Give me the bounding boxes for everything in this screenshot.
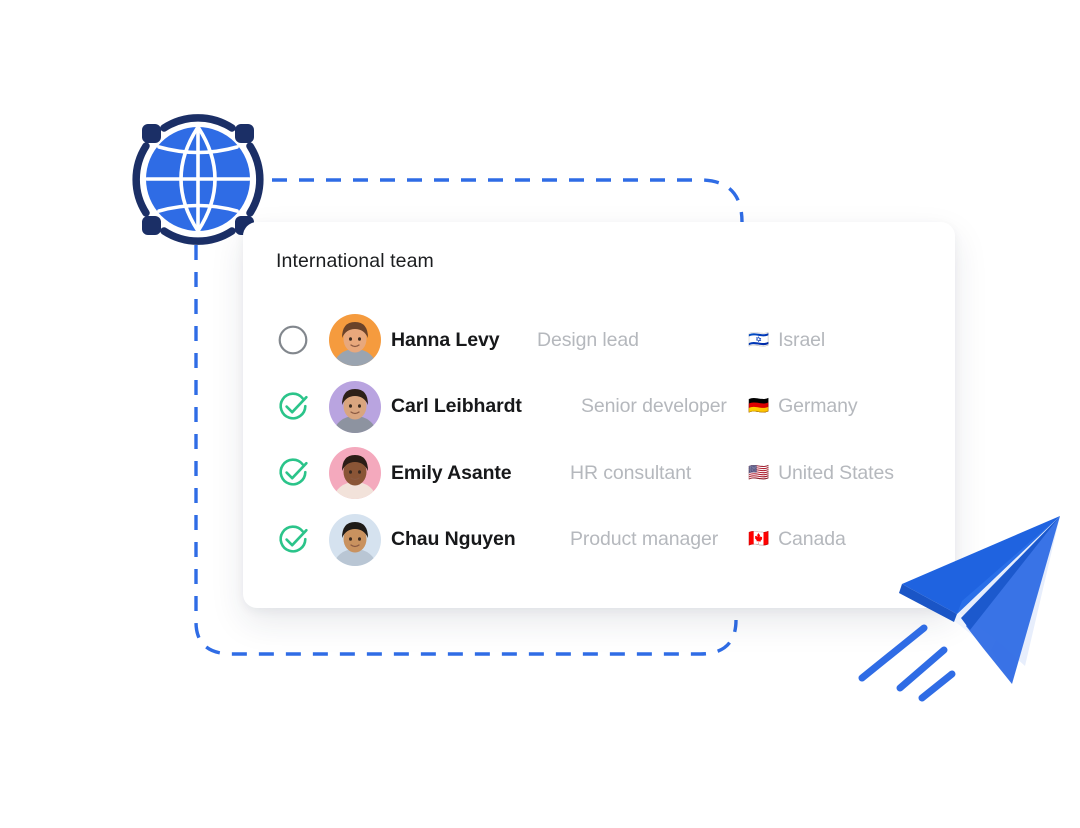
team-member-list: Hanna Levy Design lead 🇮🇱 Israel Carl Leibha…	[243, 307, 955, 573]
country-flag-icon: 🇨🇦	[748, 529, 770, 550]
check-circle-icon[interactable]	[276, 523, 310, 557]
page-title: International team	[276, 250, 434, 272]
country-flag-icon: 🇩🇪	[748, 396, 770, 417]
table-row[interactable]: Chau Nguyen Product manager 🇨🇦 Canada	[243, 507, 955, 574]
table-row[interactable]: Carl Leibhardt Senior developer 🇩🇪 Germany	[243, 374, 955, 441]
empty-circle-icon[interactable]	[276, 323, 310, 357]
country-name: Canada	[778, 528, 846, 551]
member-name: Hanna Levy	[391, 328, 500, 351]
illustration-stage: International team Hanna Levy Design lead…	[0, 0, 1080, 828]
member-name: Emily Asante	[391, 461, 512, 484]
member-role: HR consultant	[570, 461, 692, 484]
member-country: 🇮🇱 Israel	[748, 329, 825, 352]
country-name: United States	[778, 461, 894, 484]
member-name: Chau Nguyen	[391, 528, 516, 551]
member-role: Design lead	[537, 328, 639, 351]
avatar	[329, 513, 381, 566]
international-team-card: International team Hanna Levy Design lead…	[243, 222, 955, 608]
table-row[interactable]: Hanna Levy Design lead 🇮🇱 Israel	[243, 307, 955, 374]
member-role: Senior developer	[581, 395, 727, 418]
country-name: Israel	[778, 328, 826, 351]
check-circle-icon[interactable]	[276, 390, 310, 424]
member-country: 🇩🇪 Germany	[748, 395, 858, 418]
member-role: Product manager	[570, 528, 719, 551]
check-circle-icon[interactable]	[276, 456, 310, 490]
table-row[interactable]: Emily Asante HR consultant 🇺🇸 United States	[243, 440, 955, 507]
member-country: 🇺🇸 United States	[748, 462, 894, 485]
paper-plane-icon	[858, 516, 1060, 702]
country-flag-icon: 🇺🇸	[748, 462, 770, 483]
member-name: Carl Leibhardt	[391, 395, 522, 418]
avatar	[329, 447, 381, 500]
member-country: 🇨🇦 Canada	[748, 528, 846, 551]
country-name: Germany	[778, 395, 858, 418]
country-flag-icon: 🇮🇱	[748, 329, 770, 350]
avatar	[329, 314, 381, 367]
avatar	[329, 380, 381, 433]
